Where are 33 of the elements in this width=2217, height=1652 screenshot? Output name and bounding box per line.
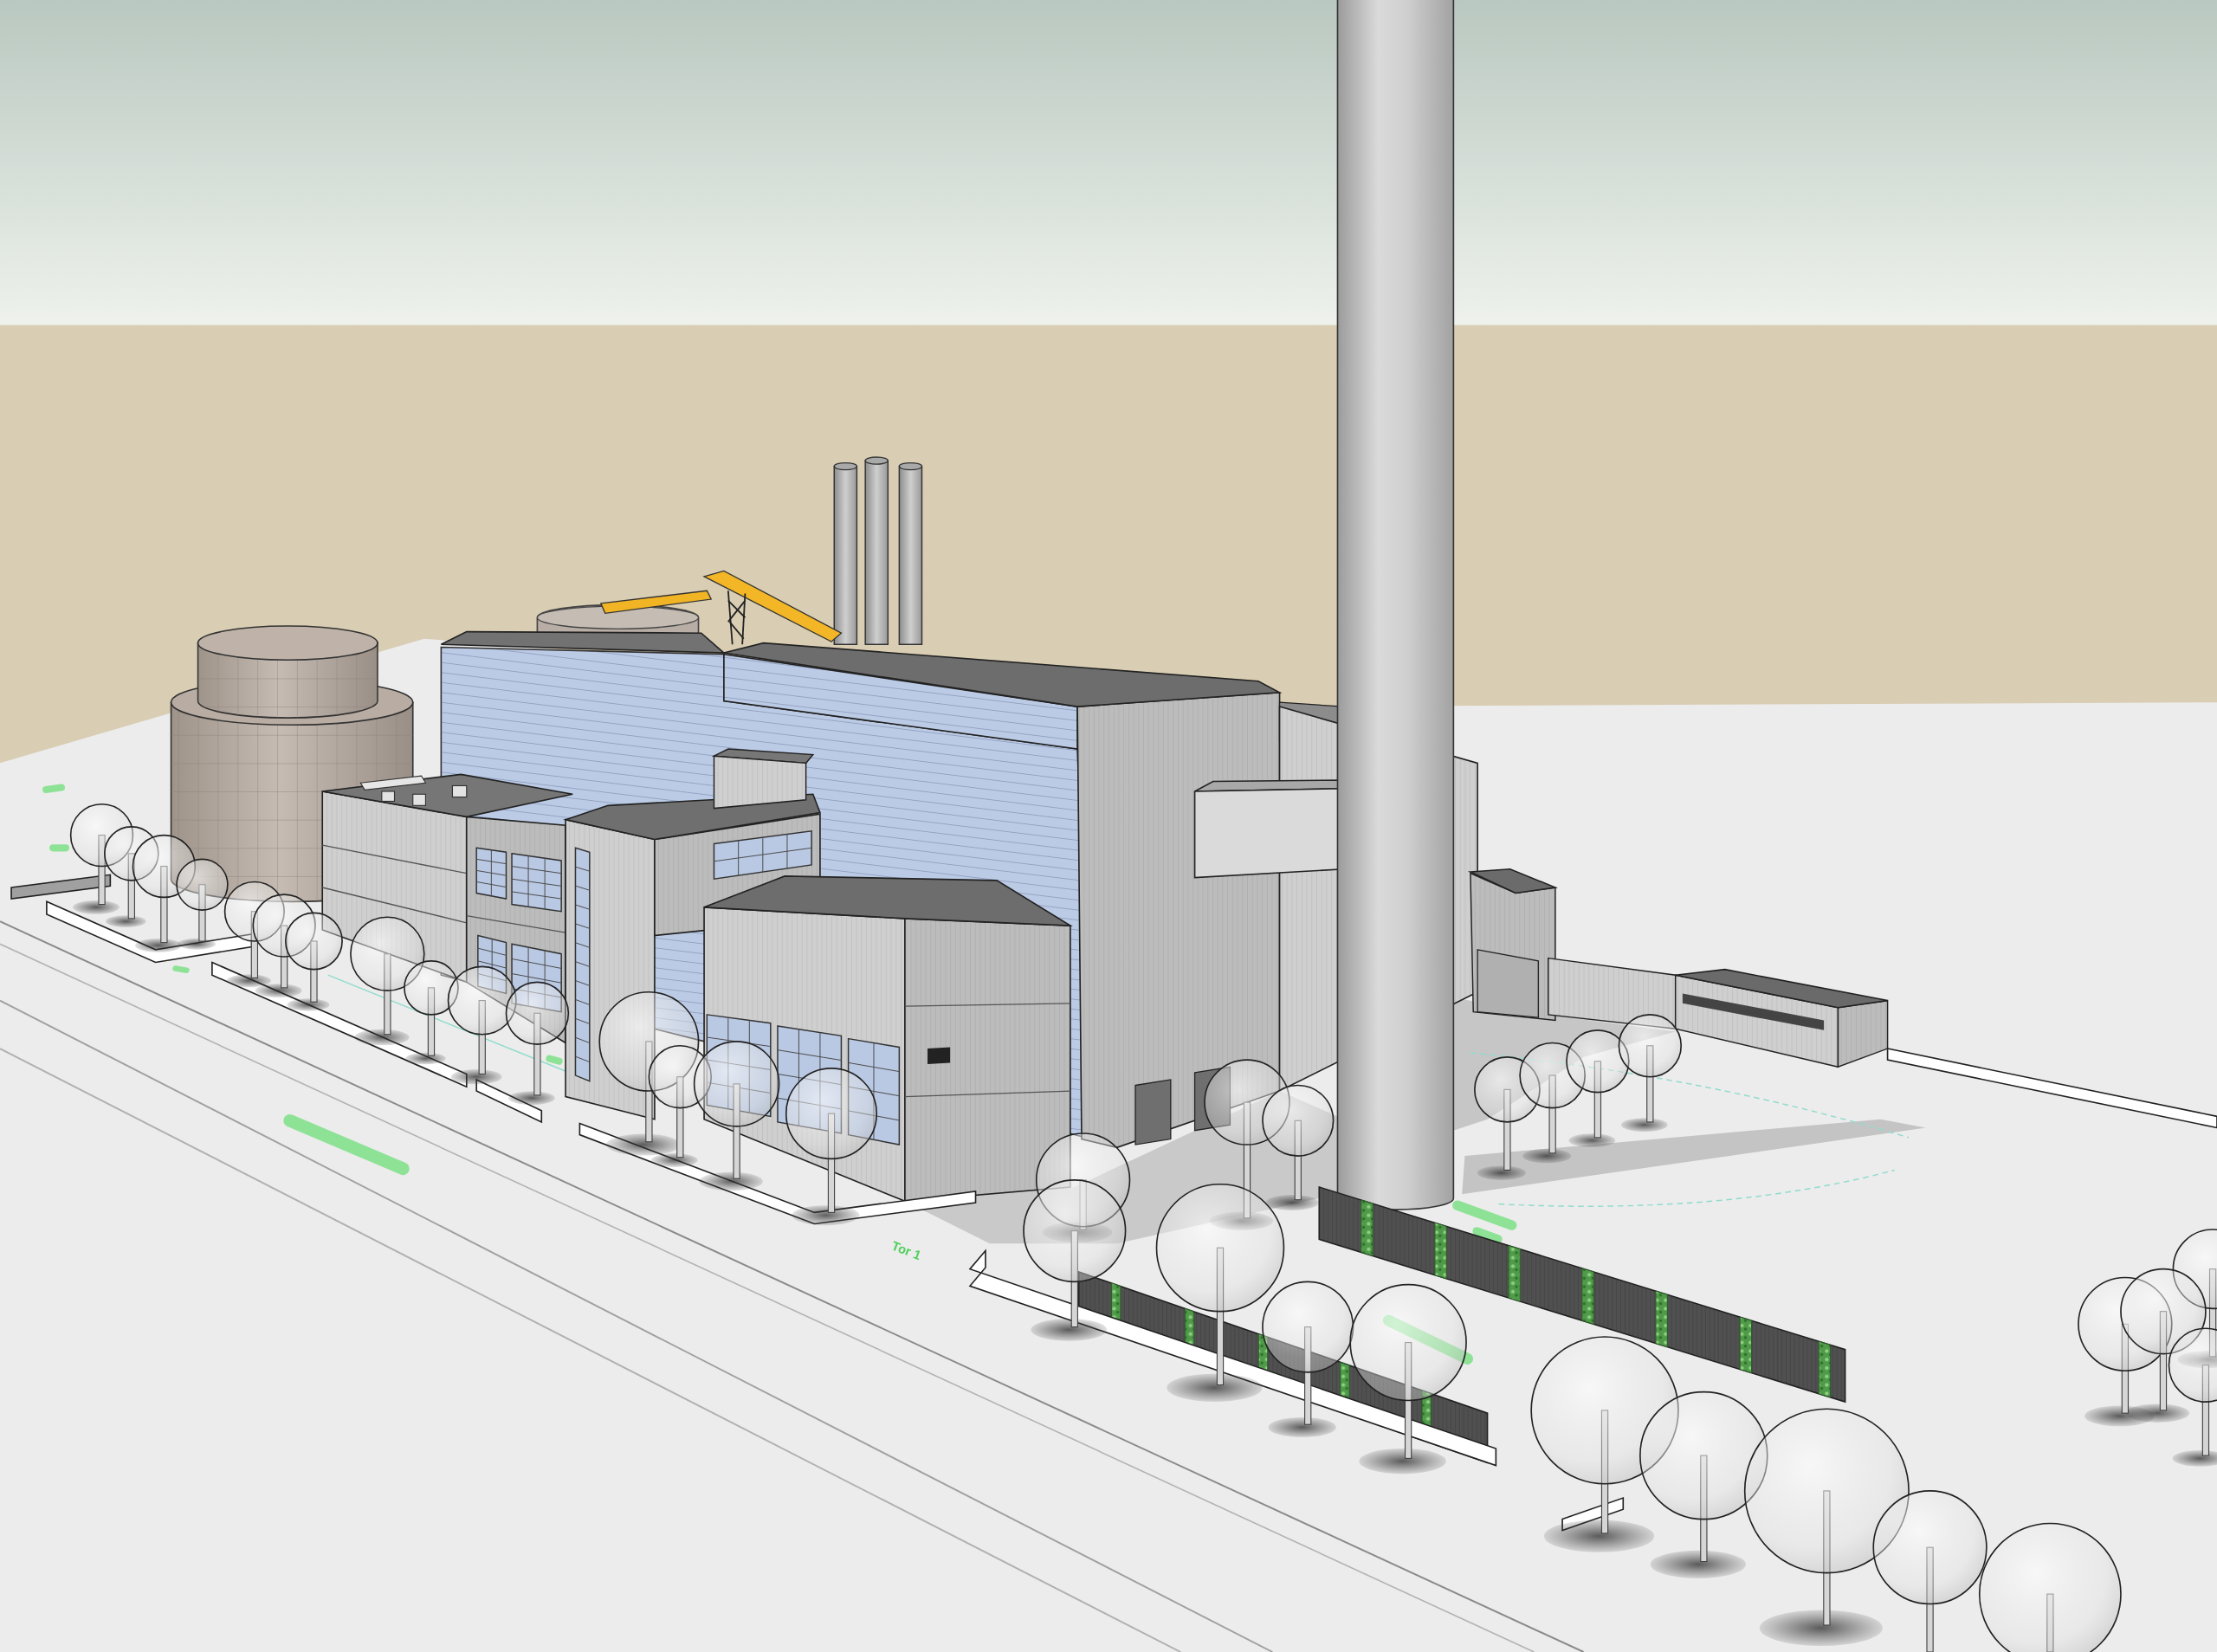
tree-shadow: [507, 1091, 555, 1106]
tree-shadow: [106, 915, 146, 927]
ivy-panel: [1739, 1316, 1752, 1374]
tree-shadow: [177, 938, 216, 950]
tree-shadow: [405, 1052, 446, 1065]
tree-shadow: [1265, 1195, 1319, 1210]
tree-shadow: [354, 1029, 410, 1046]
tree-shadow: [73, 900, 120, 914]
blurred-ground-label: [49, 844, 69, 852]
tree-shadow: [2172, 1450, 2217, 1467]
facade-window: [475, 847, 507, 900]
tree-shadow: [450, 1069, 502, 1085]
blurred-ground-label: [42, 783, 66, 794]
tree-shadow: [1568, 1133, 1616, 1148]
blurred-ground-label: [171, 965, 191, 974]
tree-shadow: [1477, 1165, 1527, 1180]
ivy-panel: [1434, 1222, 1447, 1280]
ivy-panel: [1361, 1199, 1374, 1257]
tree-shadow: [1620, 1118, 1668, 1133]
tree-shadow: [287, 998, 330, 1011]
ivy-panel: [1655, 1290, 1668, 1348]
tree-shadow: [226, 974, 272, 988]
tree-shadow: [650, 1153, 698, 1167]
tree-shadow: [134, 939, 182, 952]
roof-unit: [412, 793, 426, 806]
ground-label-text: Tor 1: [889, 1238, 923, 1263]
roof-unit: [451, 784, 468, 798]
ivy-panel: [1581, 1268, 1594, 1325]
tree-shadow: [255, 984, 302, 998]
tree-shadow: [1522, 1148, 1572, 1164]
blurred-ground-label: [545, 1054, 564, 1066]
ivy-panel: [1508, 1245, 1521, 1302]
ivy-panel: [1818, 1340, 1832, 1398]
